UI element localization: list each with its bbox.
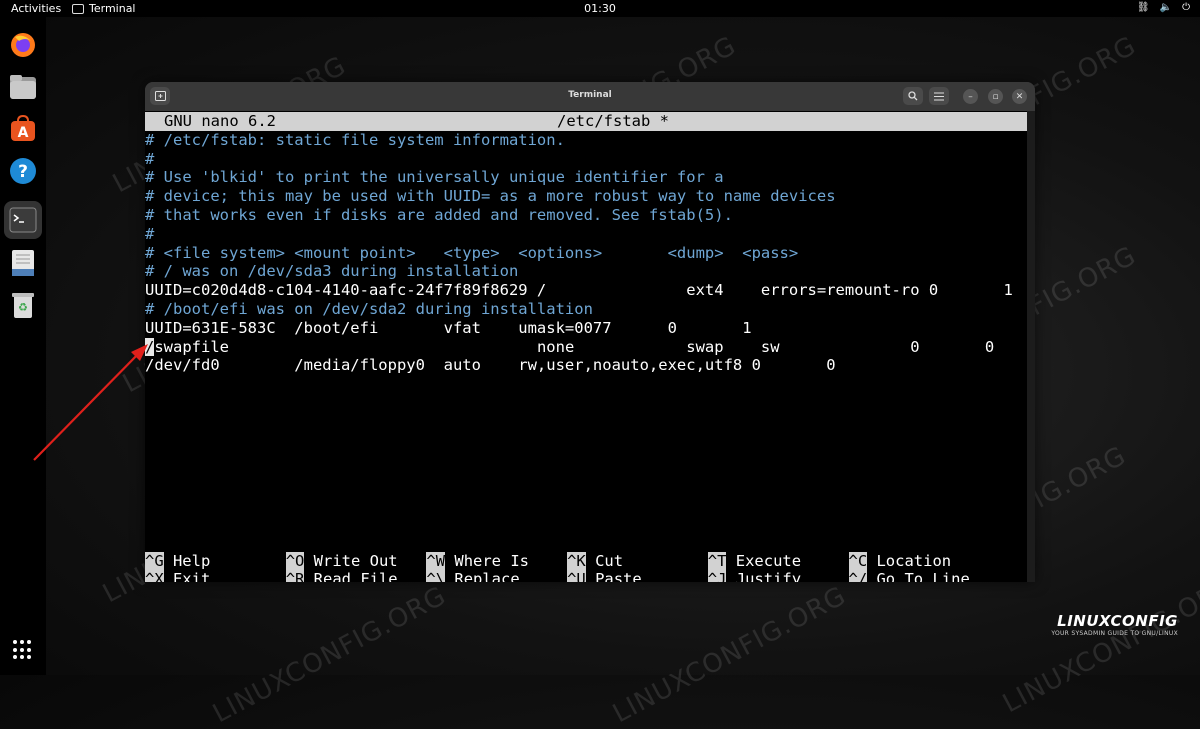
- clock-container: 01:30: [0, 2, 1200, 15]
- shortcut-write-out[interactable]: ^O Write Out: [285, 551, 398, 571]
- shortcut-key: ^W: [426, 551, 446, 570]
- shortcut-key: ^\: [426, 570, 446, 582]
- watermark: LINUXCONFIG.ORG: [998, 570, 1200, 720]
- help-icon[interactable]: ?: [7, 155, 39, 187]
- shortcut-cut[interactable]: ^K Cut: [567, 551, 624, 571]
- app-menu[interactable]: Terminal: [72, 2, 136, 15]
- nano-filename: /etc/fstab *: [557, 112, 669, 130]
- linuxconfig-logo: LINUXCONFIG YOUR SYSADMIN GUIDE TO GNU/L…: [1051, 612, 1178, 637]
- terminal-icon[interactable]: [4, 201, 42, 239]
- shortcut-key: ^C: [848, 551, 868, 570]
- firefox-icon[interactable]: [7, 29, 39, 61]
- trash-icon[interactable]: ♻: [7, 289, 39, 321]
- shortcut-where-is[interactable]: ^W Where Is: [426, 551, 530, 571]
- file-line: # Use 'blkid' to print the universally u…: [145, 168, 724, 187]
- file-line: UUID=c020d4d8-c104-4140-aafc-24f7f89f862…: [145, 281, 1013, 300]
- shortcut-key: ^/: [848, 570, 868, 582]
- menu-button[interactable]: [929, 87, 949, 105]
- terminal-window: Terminal – ▫ ✕ GNU nano 6.2/etc/fstab * …: [145, 82, 1035, 582]
- svg-text:?: ?: [18, 162, 28, 182]
- shortcut-go-to-line[interactable]: ^/ Go To Line: [848, 570, 970, 582]
- logo-tagline: YOUR SYSADMIN GUIDE TO GNU/LINUX: [1051, 630, 1178, 637]
- red-arrow-annotation: [33, 344, 148, 461]
- network-icon: ⛓: [1136, 2, 1150, 13]
- svg-text:♻: ♻: [18, 301, 28, 314]
- maximize-button[interactable]: ▫: [988, 89, 1003, 104]
- shortcut-label: Execute: [735, 551, 802, 570]
- shortcut-label: Cut: [595, 551, 624, 570]
- shortcut-label: Replace: [454, 570, 520, 582]
- shortcut-execute[interactable]: ^T Execute: [707, 551, 802, 571]
- shortcut-key: ^X: [145, 570, 164, 582]
- shortcut-key: ^G: [145, 551, 164, 570]
- terminal-small-icon: [72, 3, 84, 14]
- power-icon: ⏻: [1182, 2, 1190, 13]
- maximize-icon: ▫: [992, 91, 999, 102]
- hamburger-icon: [934, 92, 944, 100]
- shortcut-label: Location: [876, 551, 952, 570]
- shortcut-location[interactable]: ^C Location: [848, 551, 952, 571]
- file-line: # that works even if disks are added and…: [145, 206, 733, 224]
- shortcut-exit[interactable]: ^X Exit: [145, 570, 210, 582]
- shortcut-paste[interactable]: ^U Paste: [567, 570, 642, 582]
- shortcut-label: Justify: [735, 570, 802, 582]
- scrollbar[interactable]: [1027, 111, 1035, 582]
- file-line: # <file system> <mount point> <type> <op…: [145, 243, 799, 262]
- terminal-content[interactable]: GNU nano 6.2/etc/fstab * # /etc/fstab: s…: [145, 111, 1027, 582]
- app-center-icon[interactable]: A: [7, 113, 39, 145]
- top-bar: Activities Terminal 01:30 ⛓ 🔈 ⏻: [0, 0, 1200, 17]
- shortcut-label: Where Is: [454, 551, 530, 570]
- logo-name: LINUXCONFIG: [1057, 612, 1178, 630]
- activities-button[interactable]: Activities: [11, 2, 61, 15]
- file-line: #: [145, 224, 155, 243]
- search-button[interactable]: [903, 87, 923, 105]
- system-tray[interactable]: ⛓ 🔈 ⏻: [1137, 2, 1190, 13]
- shortcut-label: Help: [172, 551, 211, 570]
- shortcut-key: ^R: [285, 570, 305, 582]
- watermark: LINUXCONFIG.ORG: [608, 580, 852, 729]
- shortcut-key: ^T: [707, 551, 727, 570]
- shortcut-key: ^K: [567, 551, 586, 570]
- clock[interactable]: 01:30: [584, 2, 616, 15]
- volume-icon: 🔈: [1159, 2, 1173, 13]
- title-bar[interactable]: Terminal – ▫ ✕: [145, 82, 1035, 111]
- minimize-button[interactable]: –: [963, 89, 978, 104]
- file-line: #: [145, 149, 155, 168]
- file-line: # /etc/fstab: static file system informa…: [145, 130, 565, 149]
- app-menu-label: Terminal: [89, 2, 136, 15]
- shortcut-label: Write Out: [313, 551, 398, 570]
- shortcut-replace[interactable]: ^\ Replace: [426, 570, 520, 582]
- text-editor-icon[interactable]: [7, 247, 39, 279]
- file-line: /dev/fd0 /media/floppy0 auto rw,user,noa…: [145, 356, 836, 375]
- new-tab-icon: [154, 91, 166, 101]
- shortcut-label: Paste: [595, 570, 642, 582]
- shortcut-key: ^O: [285, 551, 305, 570]
- nano-version: GNU nano 6.2: [164, 112, 276, 130]
- shortcut-label: Exit: [172, 570, 211, 582]
- svg-text:A: A: [18, 125, 29, 141]
- file-line-text: swapfile none swap sw 0 0: [154, 337, 995, 356]
- close-icon: ✕: [1015, 91, 1024, 102]
- new-tab-button[interactable]: [150, 87, 170, 105]
- close-button[interactable]: ✕: [1012, 89, 1027, 104]
- window-title: Terminal: [568, 90, 612, 100]
- file-line: UUID=631E-583C /boot/efi vfat umask=0077…: [145, 318, 752, 337]
- file-line: # device; this may be used with UUID= as…: [145, 187, 836, 206]
- search-icon: [908, 91, 918, 101]
- shortcut-help[interactable]: ^G Help: [145, 551, 211, 571]
- nano-header: GNU nano 6.2/etc/fstab *: [145, 112, 1027, 131]
- shortcut-justify[interactable]: ^J Justify: [707, 570, 802, 582]
- files-icon[interactable]: [7, 71, 39, 103]
- shortcut-label: Read File: [313, 570, 398, 582]
- watermark: LINUXCONFIG.ORG: [208, 580, 452, 729]
- minimize-icon: –: [968, 91, 973, 102]
- file-line: /swapfile none swap sw 0 0: [145, 337, 995, 357]
- shortcut-key: ^U: [567, 570, 586, 582]
- shortcut-label: Go To Line: [876, 570, 970, 582]
- file-line: # / was on /dev/sda3 during installation: [145, 262, 519, 281]
- shortcut-key: ^J: [707, 570, 727, 582]
- show-apps-icon[interactable]: [13, 640, 33, 660]
- shortcut-read-file[interactable]: ^R Read File: [285, 570, 398, 582]
- file-line: # /boot/efi was on /dev/sda2 during inst…: [145, 300, 593, 318]
